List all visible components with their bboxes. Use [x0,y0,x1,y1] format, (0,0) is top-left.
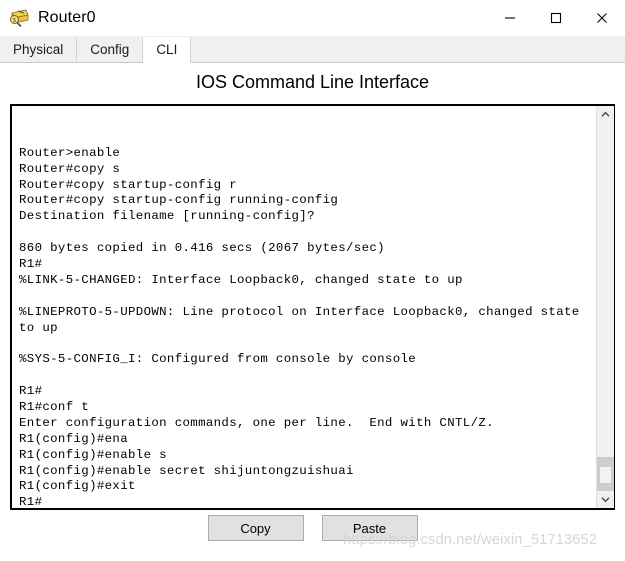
terminal-line: R1# [19,384,43,399]
terminal-scrollbar[interactable] [596,106,614,508]
scrollbar-thumb-highlight [600,467,611,483]
cli-terminal-panel: Router>enable Router#copy s Router#copy st… [10,104,615,510]
terminal-line: Enter configuration commands, one per li… [19,415,494,430]
svg-text:$: $ [13,17,16,24]
tab-config[interactable]: Config [77,37,144,62]
terminal-line: %LINEPROTO-5-UPDOWN: Line protocol on In… [19,304,580,319]
tab-physical[interactable]: Physical [0,37,78,62]
window-titlebar: $ Router0 [0,0,625,36]
terminal-line: R1# [19,257,43,272]
terminal-line: R1(config)#enable s [19,447,167,462]
terminal-line: R1#conf t [19,400,90,415]
scrollbar-up-button[interactable] [597,106,614,123]
tab-cli[interactable]: CLI [143,37,192,63]
copy-button[interactable]: Copy [207,515,304,541]
chevron-down-icon [601,497,610,503]
paste-button[interactable]: Paste [321,515,418,541]
scrollbar-track[interactable] [597,123,614,493]
scrollbar-down-button[interactable] [597,491,614,508]
terminal-line: Destination filename [running-config]? [19,209,315,224]
terminal-line: to up [19,320,58,335]
window-title: Router0 [38,9,96,26]
terminal-line: R1# [19,495,43,508]
terminal-line: Router>enable [19,145,121,160]
maximize-button[interactable] [533,0,579,36]
maximize-icon [550,12,562,24]
packet-tracer-router-icon: $ [8,7,30,29]
terminal-line: %SYS-5-CONFIG_I: Configured from console… [19,352,417,367]
page-title: IOS Command Line Interface [0,63,625,101]
terminal-line: R1(config)#enable secret shijuntongzuish… [19,463,354,478]
cli-output[interactable]: Router>enable Router#copy s Router#copy st… [12,106,596,508]
chevron-up-icon [601,111,610,117]
minimize-icon [505,17,515,19]
terminal-line: Router#copy startup-config r [19,177,237,192]
terminal-line: Router#copy s [19,161,121,176]
close-button[interactable] [579,0,625,36]
terminal-line: R1(config)#exit [19,479,136,494]
minimize-button[interactable] [487,0,533,36]
close-icon [597,13,607,23]
window-controls [487,0,625,36]
tab-bar-filler [191,37,625,62]
terminal-line: R1(config)#ena [19,431,128,446]
terminal-line: %LINK-5-CHANGED: Interface Loopback0, ch… [19,272,463,287]
action-button-bar: Copy Paste [0,515,625,549]
terminal-line: 860 bytes copied in 0.416 secs (2067 byt… [19,241,385,256]
tab-bar: Physical Config CLI [0,36,625,63]
scrollbar-thumb[interactable] [597,457,614,493]
terminal-line: Router#copy startup-config running-confi… [19,193,339,208]
